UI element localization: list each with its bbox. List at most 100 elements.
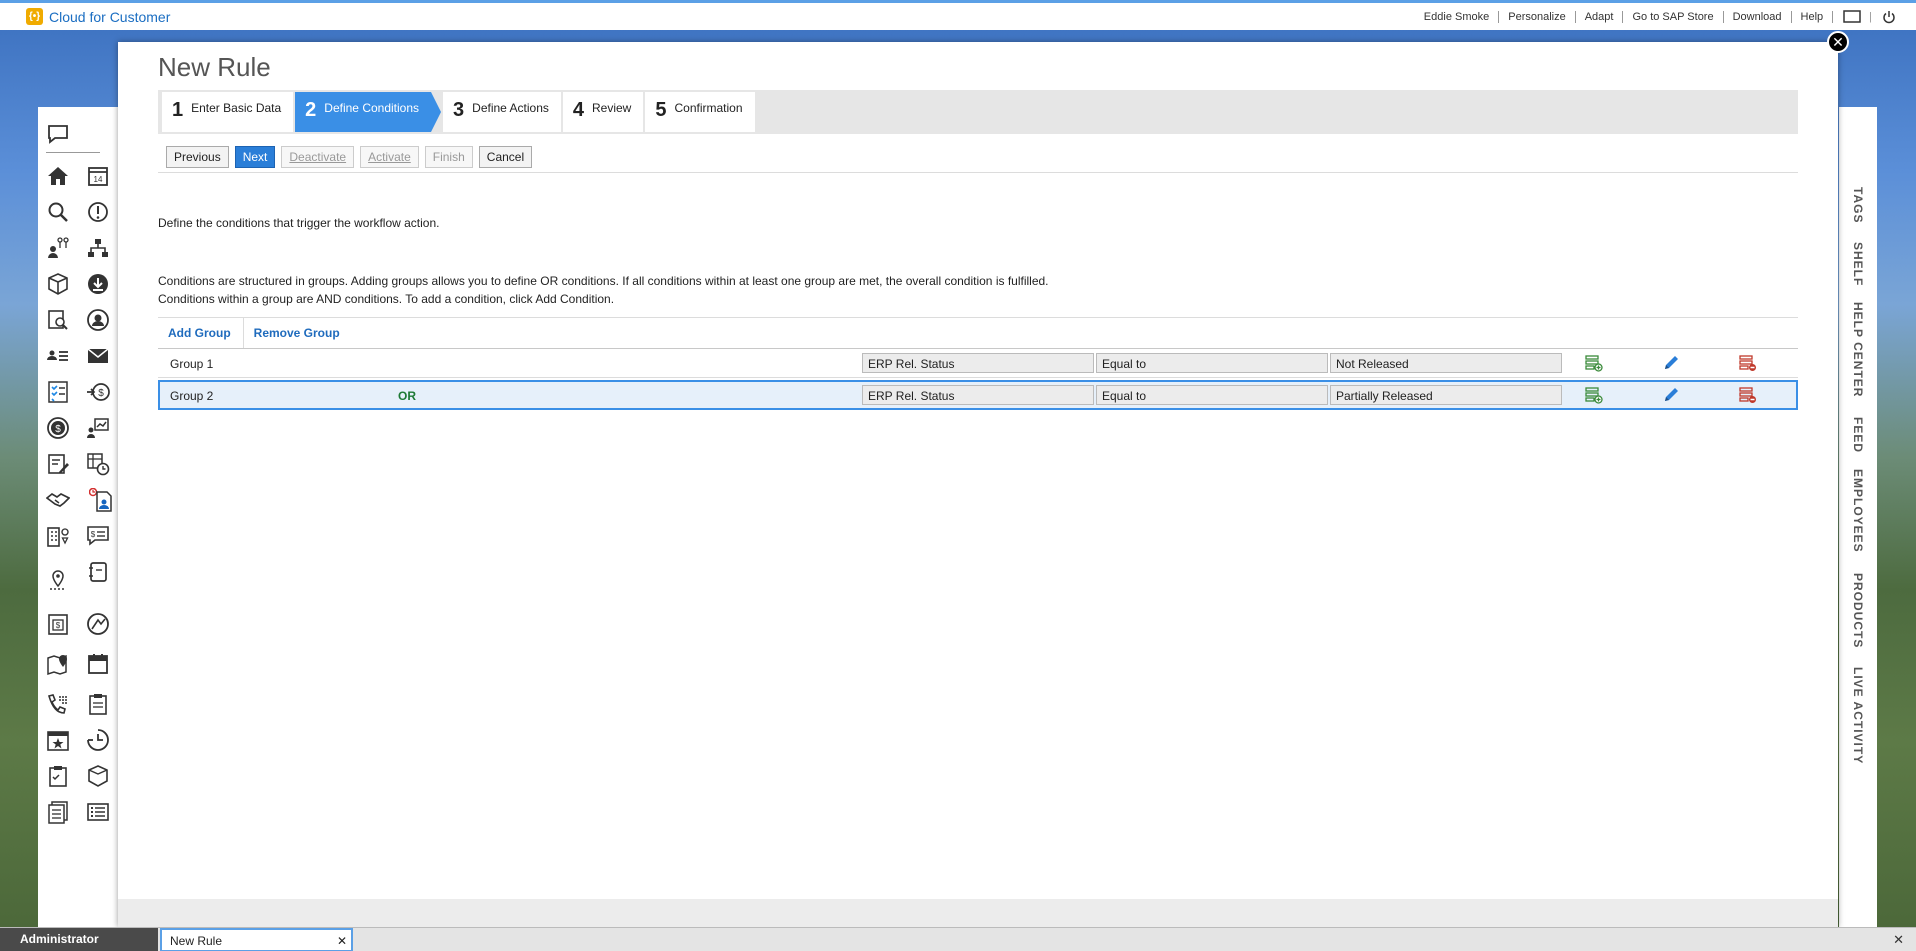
mail-icon[interactable] (85, 343, 111, 369)
condition-group-row-selected[interactable]: Group 2 OR ERP Rel. Status Equal to Part… (158, 380, 1798, 410)
help-link[interactable]: Help (1792, 10, 1834, 23)
remove-group-link[interactable]: Remove Group (244, 318, 352, 348)
package-icon[interactable] (85, 763, 111, 789)
tab-live-activity[interactable]: LIVE ACTIVITY (1851, 667, 1865, 764)
add-condition-icon[interactable] (1585, 354, 1603, 372)
sap-store-link[interactable]: Go to SAP Store (1623, 10, 1724, 23)
sales-chart-icon[interactable] (85, 415, 111, 441)
condition-value[interactable]: Not Released (1330, 353, 1562, 373)
open-tab-new-rule[interactable]: New Rule ✕ (160, 928, 353, 951)
new-rule-dialog: New Rule 1 Enter Basic Data 2 Define Con… (118, 42, 1838, 927)
team-network-icon[interactable] (45, 235, 71, 261)
phone-dialer-icon[interactable] (45, 691, 71, 717)
documents-stack-icon[interactable] (45, 799, 71, 825)
svg-text:$: $ (56, 621, 61, 630)
edit-pencil-icon[interactable] (1662, 354, 1680, 372)
timesheet-grid-icon[interactable] (85, 451, 111, 477)
contacts-list-icon[interactable] (45, 343, 71, 369)
feed-chat-icon[interactable] (45, 121, 71, 147)
handshake-icon[interactable] (45, 487, 71, 513)
checklist-icon[interactable] (45, 379, 71, 405)
step-label: Enter Basic Data (191, 101, 282, 115)
tab-tags[interactable]: TAGS (1851, 187, 1865, 223)
building-location-icon[interactable] (45, 523, 71, 549)
analysis-search-icon[interactable] (45, 307, 71, 333)
condition-field[interactable]: ERP Rel. Status (862, 353, 1094, 373)
help-line-1: Conditions are structured in groups. Add… (158, 274, 1049, 288)
step-number: 3 (453, 99, 465, 121)
add-group-link[interactable]: Add Group (158, 318, 244, 348)
org-chart-icon[interactable] (85, 235, 111, 261)
appointment-calendar-icon[interactable] (85, 651, 111, 677)
close-dialog-button[interactable]: ✕ (1827, 31, 1849, 53)
map-pin-route-icon[interactable] (45, 567, 71, 593)
account-circle-icon[interactable] (85, 307, 111, 333)
step-review[interactable]: 4 Review (562, 92, 644, 132)
condition-field[interactable]: ERP Rel. Status (862, 385, 1094, 405)
user-name-link[interactable]: Eddie Smoke (1415, 10, 1500, 23)
user-role-label[interactable]: Administrator (0, 928, 158, 951)
calendar-icon[interactable]: 14 (85, 163, 111, 189)
dollar-message-icon[interactable]: $ (85, 523, 111, 549)
tab-help-center[interactable]: HELP CENTER (1851, 302, 1865, 397)
delete-group-icon[interactable] (1739, 386, 1757, 404)
time-report-icon[interactable] (85, 487, 117, 513)
personalize-link[interactable]: Personalize (1499, 10, 1576, 23)
intro-text: Define the conditions that trigger the w… (158, 216, 440, 230)
power-icon[interactable] (1882, 10, 1896, 24)
home-icon[interactable] (45, 163, 71, 189)
time-history-icon[interactable] (85, 727, 111, 753)
window-icon[interactable] (1843, 10, 1861, 23)
dialog-footer (118, 899, 1838, 927)
condition-value[interactable]: Partially Released (1330, 385, 1562, 405)
step-label: Define Actions (472, 101, 549, 115)
service-gauge-icon[interactable] (85, 611, 111, 637)
list-view-icon[interactable] (85, 799, 111, 825)
next-button[interactable]: Next (234, 146, 276, 168)
download-circle-icon[interactable] (85, 271, 111, 297)
product-box-icon[interactable] (45, 271, 71, 297)
step-define-conditions[interactable]: 2 Define Conditions (295, 92, 441, 132)
tab-shelf[interactable]: SHELF (1851, 242, 1865, 286)
edit-pencil-icon[interactable] (1662, 386, 1680, 404)
add-condition-icon[interactable] (1585, 386, 1603, 404)
alert-icon[interactable] (85, 199, 111, 225)
deactivate-button[interactable]: Deactivate (281, 146, 355, 168)
search-icon[interactable] (45, 199, 71, 225)
close-all-tabs-icon[interactable]: ✕ (1893, 932, 1904, 948)
finish-button[interactable]: Finish (424, 146, 473, 168)
clipboard-icon[interactable] (85, 691, 111, 717)
map-location-icon[interactable] (45, 651, 71, 677)
step-enter-basic-data[interactable]: 1 Enter Basic Data (162, 92, 294, 132)
event-star-calendar-icon[interactable] (45, 727, 71, 753)
tab-employees[interactable]: EMPLOYEES (1851, 469, 1865, 553)
svg-text:$: $ (55, 424, 61, 435)
brand[interactable]: {•} Cloud for Customer (26, 8, 170, 25)
condition-operator[interactable]: Equal to (1096, 353, 1328, 373)
invoice-dollar-icon[interactable]: $ (45, 611, 71, 637)
task-clipboard-icon[interactable] (45, 763, 71, 789)
step-number: 2 (305, 99, 317, 121)
activate-button[interactable]: Activate (360, 146, 419, 168)
edit-document-icon[interactable] (45, 451, 71, 477)
step-confirmation[interactable]: 5 Confirmation (645, 92, 755, 132)
step-define-actions[interactable]: 3 Define Actions (443, 92, 561, 132)
adapt-link[interactable]: Adapt (1576, 10, 1624, 23)
wizard-toolbar: Previous Next Deactivate Activate Finish… (166, 146, 533, 168)
notebook-icon[interactable] (85, 559, 111, 585)
close-tab-icon[interactable]: ✕ (337, 934, 347, 948)
divider-bar: | (1869, 10, 1872, 23)
group-name: Group 2 (170, 389, 214, 403)
cancel-button[interactable]: Cancel (478, 146, 533, 168)
open-tab-label: New Rule (170, 934, 223, 948)
condition-operator[interactable]: Equal to (1096, 385, 1328, 405)
download-link[interactable]: Download (1724, 10, 1792, 23)
delete-group-icon[interactable] (1739, 354, 1757, 372)
condition-group-row[interactable]: Group 1 ERP Rel. Status Equal to Not Rel… (158, 348, 1798, 378)
money-transfer-icon[interactable]: $ (85, 379, 111, 405)
previous-button[interactable]: Previous (166, 146, 229, 168)
tab-products[interactable]: PRODUCTS (1851, 573, 1865, 648)
step-label: Define Conditions (324, 101, 420, 115)
tab-feed[interactable]: FEED (1851, 417, 1865, 453)
dollar-circle-icon[interactable]: $ (45, 415, 71, 441)
